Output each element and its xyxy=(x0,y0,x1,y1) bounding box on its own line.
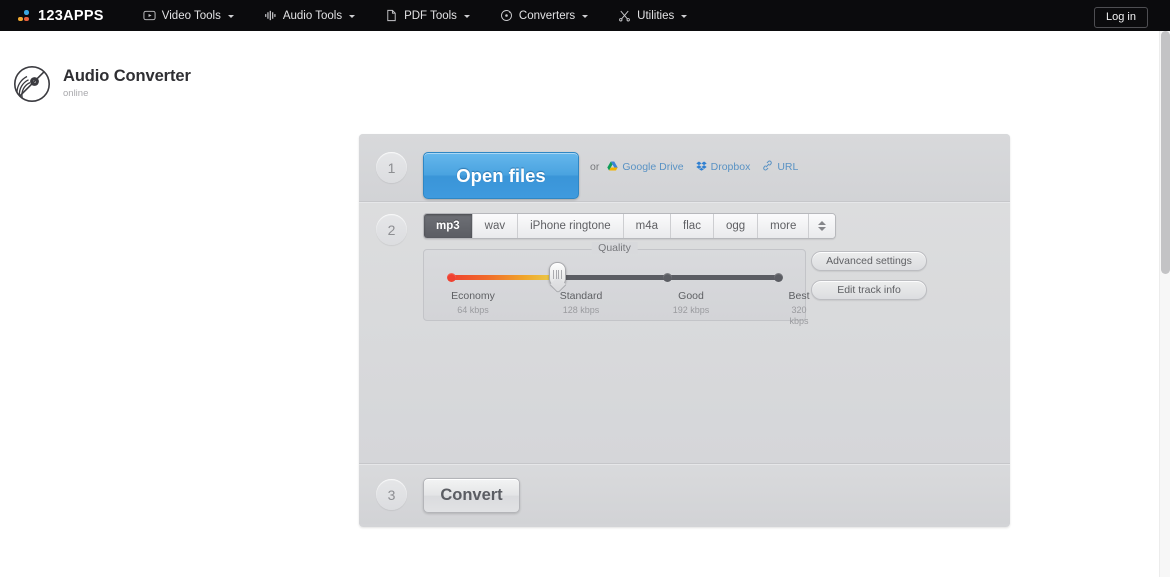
logo-dots-icon xyxy=(18,9,31,22)
nav-item-audio-tools[interactable]: Audio Tools xyxy=(249,0,370,31)
waveform-icon xyxy=(264,9,277,22)
page-subtitle: online xyxy=(63,87,89,99)
nav-label: Converters xyxy=(518,9,576,22)
alternate-sources: or Google Drive Dropbox URL xyxy=(590,160,804,174)
document-icon xyxy=(385,9,398,22)
tab-format-wav[interactable]: wav xyxy=(472,214,519,238)
tab-format-flac[interactable]: flac xyxy=(671,214,714,238)
nav-item-video-tools[interactable]: Video Tools xyxy=(128,0,249,31)
tab-format-iphone-ringtone[interactable]: iPhone ringtone xyxy=(518,214,624,238)
nav-item-pdf-tools[interactable]: PDF Tools xyxy=(370,0,485,31)
nav-label: Video Tools xyxy=(161,9,221,22)
spinner-up-down-icon[interactable] xyxy=(809,214,836,238)
google-drive-icon xyxy=(607,161,619,174)
chevron-down-icon xyxy=(463,14,470,18)
step-1-number: 1 xyxy=(376,152,407,183)
convert-button[interactable]: Convert xyxy=(423,478,520,513)
top-navbar: 123APPS Video Tools Audio Tools PDF Tool… xyxy=(0,0,1170,31)
converter-card: 1 Open files or Google Drive Dropbox URL… xyxy=(359,134,1010,527)
page-body: Audio Converter online 1 Open files or G… xyxy=(0,31,1159,577)
dropbox-icon xyxy=(695,161,707,174)
dropbox-label: Dropbox xyxy=(710,161,751,173)
nav-label: PDF Tools xyxy=(404,9,457,22)
slider-track-fill xyxy=(449,275,557,280)
app-header: Audio Converter online xyxy=(13,65,191,103)
tab-format-m4a[interactable]: m4a xyxy=(623,214,672,238)
google-drive-link[interactable]: Google Drive xyxy=(607,161,689,174)
quality-legend: Quality xyxy=(591,242,638,254)
scrollbar-thumb[interactable] xyxy=(1161,31,1170,274)
video-icon xyxy=(143,9,156,22)
page-title: Audio Converter xyxy=(63,67,191,85)
main-nav: Video Tools Audio Tools PDF Tools Conver… xyxy=(128,0,702,31)
nav-label: Audio Tools xyxy=(282,9,343,22)
tab-format-ogg[interactable]: ogg xyxy=(713,214,759,238)
tab-format-more[interactable]: more xyxy=(758,214,810,238)
brand-logo[interactable]: 123APPS xyxy=(18,8,104,24)
dropbox-link[interactable]: Dropbox xyxy=(695,161,757,174)
open-files-button[interactable]: Open files xyxy=(423,152,579,199)
nav-item-utilities[interactable]: Utilities xyxy=(603,0,702,31)
chevron-down-icon xyxy=(227,14,234,18)
page-scrollbar[interactable] xyxy=(1159,31,1170,577)
slider-notch-best[interactable] xyxy=(774,273,783,282)
nav-item-converters[interactable]: Converters xyxy=(485,0,603,31)
advanced-settings-button[interactable]: Advanced settings xyxy=(811,251,927,271)
step-1-section: 1 Open files or Google Drive Dropbox URL xyxy=(359,134,1010,202)
google-drive-label: Google Drive xyxy=(622,161,684,173)
nav-label: Utilities xyxy=(637,9,675,22)
step-2-section: 2 mp3 wav iPhone ringtone m4a flac ogg m… xyxy=(359,202,1010,464)
quality-slider[interactable] xyxy=(447,262,783,287)
tab-format-mp3[interactable]: mp3 xyxy=(424,214,473,238)
chevron-down-icon xyxy=(582,14,589,18)
quality-stop-good[interactable]: Good 192 kbps xyxy=(673,290,710,316)
quality-scale-labels: Economy 64 kbps Standard 128 kbps Good 1… xyxy=(424,290,809,326)
logo-text: 123APPS xyxy=(38,7,104,24)
side-actions: Advanced settings Edit track info xyxy=(811,251,927,300)
scissors-icon xyxy=(618,9,631,22)
step-3-number: 3 xyxy=(376,479,407,510)
slider-notch-economy[interactable] xyxy=(447,273,456,282)
url-label: URL xyxy=(777,161,799,173)
link-icon xyxy=(762,160,773,174)
quality-stop-standard[interactable]: Standard 128 kbps xyxy=(560,290,603,316)
login-button[interactable]: Log in xyxy=(1094,7,1148,29)
quality-stop-best[interactable]: Best 320 kbps xyxy=(788,290,809,328)
step-2-number: 2 xyxy=(376,214,407,245)
slider-grip-icon xyxy=(553,270,562,279)
url-link[interactable]: URL xyxy=(762,160,804,174)
or-label: or xyxy=(590,161,600,173)
quality-panel: Quality Economy 64 kbps Standard 128 kbp… xyxy=(423,242,810,326)
convert-circle-icon xyxy=(500,9,513,22)
vinyl-record-icon xyxy=(13,65,51,103)
format-tabs: mp3 wav iPhone ringtone m4a flac ogg mor… xyxy=(423,213,837,239)
edit-track-info-button[interactable]: Edit track info xyxy=(811,280,927,300)
slider-handle[interactable] xyxy=(549,262,566,287)
step-3-section: 3 Convert xyxy=(359,464,1010,524)
chevron-down-icon xyxy=(681,14,688,18)
quality-stop-economy[interactable]: Economy 64 kbps xyxy=(451,290,495,316)
slider-notch-good[interactable] xyxy=(663,273,672,282)
chevron-down-icon xyxy=(349,14,356,18)
